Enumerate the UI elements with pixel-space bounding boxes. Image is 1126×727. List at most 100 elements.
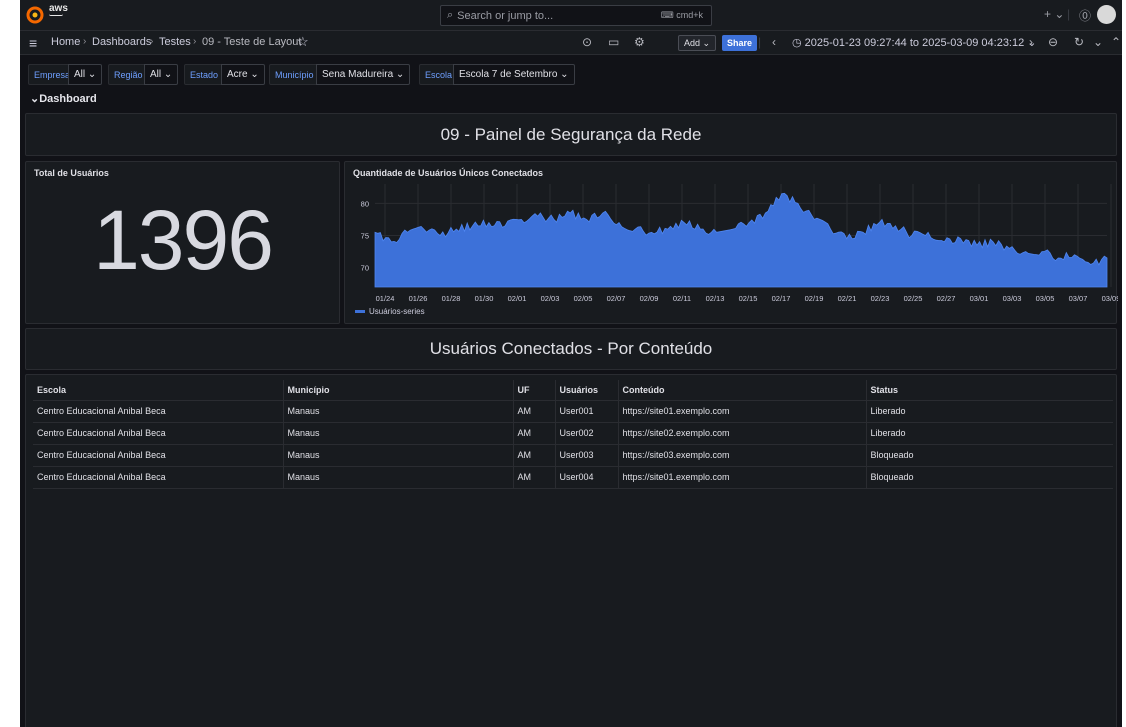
- x-tick-label: 02/15: [739, 294, 758, 303]
- add-button-label: Add ⌄: [684, 37, 711, 48]
- header-panel-title: 09 - Painel de Segurança da Rede: [440, 124, 702, 144]
- users-area-chart: 01/24 01/26 01/28 01/30 02/01 02/03 02/05 02/07…: [361, 184, 1118, 303]
- table-cell: Centro Educacional Anibal Beca: [33, 422, 283, 445]
- table-cell: AM: [512, 422, 555, 445]
- x-tick-label: 02/11: [673, 294, 691, 303]
- table-row: Centro Educacional Anibal Beca Manaus AM…: [33, 444, 1113, 467]
- x-tick-label: 02/03: [541, 294, 560, 303]
- y-tick-label: 75: [361, 232, 369, 241]
- x-tick-label: 02/21: [838, 294, 857, 303]
- x-tick-label: 03/05: [1036, 294, 1055, 303]
- x-tick-label: 01/24: [376, 294, 395, 303]
- column-header-status[interactable]: Status: [865, 380, 1113, 401]
- y-tick-label: 70: [361, 264, 369, 273]
- add-button[interactable]: Add ⌄: [678, 35, 717, 51]
- table-row: Centro Educacional Anibal Beca Manaus AM…: [33, 400, 1113, 423]
- section-panel-title: Usuários Conectados - Por Conteúdo: [429, 339, 713, 358]
- variable-select-regiao[interactable]: All ⌄: [144, 64, 179, 85]
- users-chart-panel: Quantidade de Usuários Únicos Conectados…: [344, 161, 1118, 324]
- row-title-label: Dashboard: [39, 93, 97, 105]
- table-header-row: Escola Município UF Usuários Conteúdo St…: [33, 380, 1113, 401]
- search-shortcut: ⌨ cmd+k: [660, 10, 703, 20]
- table-cell: User002: [554, 422, 618, 445]
- table-cell: Bloqueado: [865, 444, 1113, 467]
- x-tick-label: 02/25: [904, 294, 923, 303]
- legend-label: Usuários-series: [369, 307, 425, 316]
- time-forward-icon[interactable]: ›: [1029, 35, 1033, 49]
- new-menu-button[interactable]: + ⌄: [1044, 7, 1064, 21]
- search-icon: ⌕: [447, 9, 454, 21]
- table-cell: Centro Educacional Anibal Beca: [33, 466, 283, 489]
- variable-select-escola[interactable]: Escola 7 de Setembro ⌄: [453, 64, 575, 85]
- share-button[interactable]: Share: [722, 35, 758, 51]
- variable-label-regiao: Região: [108, 64, 149, 85]
- table-cell: Manaus: [282, 400, 513, 423]
- table-cell: https://site03.exemplo.com: [617, 444, 866, 467]
- search-shortcut-label: cmd+k: [676, 10, 703, 20]
- table-cell: Centro Educacional Anibal Beca: [33, 400, 283, 423]
- time-range-label: 2025-01-23 09:27:44 to 2025-03-09 04:23:…: [804, 37, 1025, 49]
- row-title[interactable]: ⌄Dashboard: [30, 92, 97, 105]
- avatar[interactable]: [1097, 5, 1116, 24]
- area-series-usuarios[interactable]: [374, 192, 1108, 288]
- breadcrumb-dashboards[interactable]: Dashboards: [92, 36, 151, 48]
- x-tick-label: 02/19: [805, 294, 824, 303]
- star-icon[interactable]: ☆: [297, 34, 309, 50]
- content-table-panel: Escola Município UF Usuários Conteúdo St…: [25, 374, 1117, 727]
- table-cell: Bloqueado: [865, 466, 1113, 489]
- chart-legend[interactable]: Usuários-series: [355, 307, 425, 316]
- y-tick-label: 80: [361, 199, 369, 208]
- variable-select-estado[interactable]: Acre ⌄: [221, 64, 265, 85]
- search-input[interactable]: ⌕ Search or jump to... ⌨ cmd+k: [440, 5, 712, 26]
- x-tick-label: 01/26: [409, 294, 428, 303]
- variable-select-empresa[interactable]: All ⌄: [68, 64, 103, 85]
- x-tick-label: 02/07: [607, 294, 626, 303]
- help-icon[interactable]: ⓪: [1079, 7, 1091, 24]
- column-header-municipio[interactable]: Município: [282, 380, 513, 401]
- table-cell: AM: [512, 400, 555, 423]
- table-cell: https://site01.exemplo.com: [617, 400, 866, 423]
- column-header-escola[interactable]: Escola: [33, 380, 283, 401]
- save-icon[interactable]: ▭: [608, 35, 619, 49]
- table-cell: Centro Educacional Anibal Beca: [33, 444, 283, 467]
- refresh-interval-chevron-icon[interactable]: ⌄: [1093, 35, 1103, 49]
- breadcrumb-testes[interactable]: Testes: [159, 36, 191, 48]
- x-tick-label: 01/30: [475, 294, 494, 303]
- table-cell: Liberado: [865, 422, 1113, 445]
- grafana-logo-icon[interactable]: [26, 6, 44, 24]
- table-cell: User004: [554, 466, 618, 489]
- header-text-panel: 09 - Painel de Segurança da Rede: [25, 113, 1117, 156]
- table-cell: Manaus: [282, 466, 513, 489]
- insights-icon[interactable]: ⊙: [582, 35, 592, 49]
- total-users-title: Total de Usuários: [34, 168, 109, 178]
- settings-gear-icon[interactable]: ⚙: [634, 35, 645, 49]
- table-cell: AM: [512, 466, 555, 489]
- variable-label-municipio: Município: [269, 64, 320, 85]
- time-back-icon[interactable]: ‹: [772, 35, 776, 49]
- column-header-uf[interactable]: UF: [512, 380, 555, 401]
- zoom-out-icon[interactable]: ⊖: [1048, 35, 1058, 49]
- table-cell: User003: [554, 444, 618, 467]
- column-header-conteudo[interactable]: Conteúdo: [617, 380, 866, 401]
- legend-swatch: [355, 310, 365, 313]
- x-tick-label: 02/05: [574, 294, 593, 303]
- table-cell: Manaus: [282, 422, 513, 445]
- section-text-panel: Usuários Conectados - Por Conteúdo: [25, 328, 1117, 370]
- column-header-usuarios[interactable]: Usuários: [554, 380, 618, 401]
- x-tick-label: 02/01: [508, 294, 527, 303]
- search-placeholder: Search or jump to...: [457, 9, 554, 22]
- users-content-table: Escola Município UF Usuários Conteúdo St…: [33, 380, 1113, 489]
- nav-bar: ≡ Home › Dashboards › Testes › 09 - Test…: [20, 31, 1122, 55]
- table-cell: User001: [554, 400, 618, 423]
- time-range-picker[interactable]: ◷ 2025-01-23 09:27:44 to 2025-03-09 04:2…: [792, 36, 1037, 49]
- variable-select-municipio[interactable]: Sena Madureira ⌄: [316, 64, 411, 85]
- table-cell: Manaus: [282, 444, 513, 467]
- breadcrumb-home[interactable]: Home: [51, 36, 80, 48]
- x-tick-label: 02/23: [871, 294, 890, 303]
- top-bar: aws ⌕ Search or jump to... ⌨ cmd+k + ⌄ |…: [20, 0, 1122, 31]
- collapse-icon[interactable]: ⌃: [1111, 35, 1121, 49]
- menu-icon[interactable]: ≡: [29, 35, 37, 51]
- share-button-label: Share: [727, 38, 753, 48]
- x-tick-label: 03/07: [1069, 294, 1088, 303]
- refresh-icon[interactable]: ↻: [1074, 35, 1084, 49]
